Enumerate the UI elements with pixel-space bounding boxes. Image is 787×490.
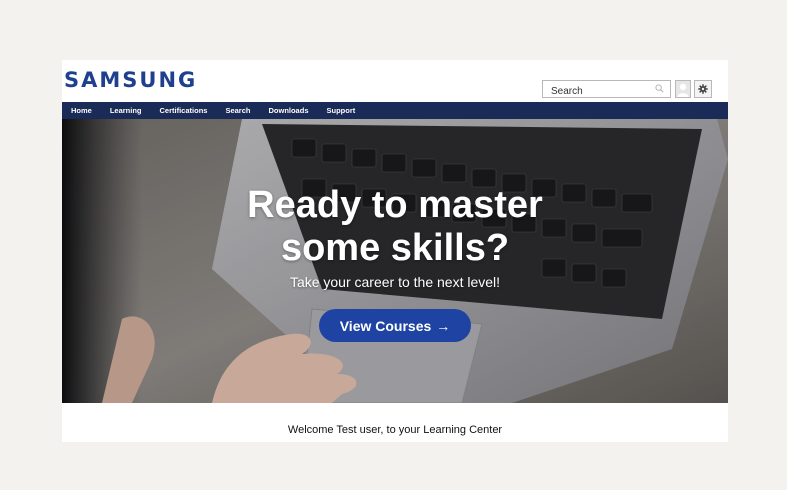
hero-headline-line2: some skills? [280, 227, 510, 269]
gear-icon [698, 84, 708, 94]
header: SAMSUNG [62, 60, 728, 102]
search-input[interactable] [543, 83, 648, 100]
settings-button[interactable] [694, 80, 712, 98]
nav-item-learning[interactable]: Learning [101, 102, 151, 119]
nav-item-support[interactable]: Support [318, 102, 365, 119]
nav-item-search[interactable]: Search [216, 102, 259, 119]
welcome-message: Welcome Test user, to your Learning Cent… [287, 424, 503, 436]
arrow-right-icon: → [436, 317, 451, 334]
nav-item-certifications[interactable]: Certifications [151, 102, 217, 119]
hero-headline-line1: Ready to master [247, 184, 543, 226]
user-avatar-button[interactable] [675, 80, 691, 98]
user-avatar-icon [676, 81, 690, 97]
nav-item-home[interactable]: Home [62, 102, 101, 119]
samsung-logo[interactable]: SAMSUNG [64, 68, 197, 92]
hero-subheadline: Take your career to the next level! [289, 274, 501, 290]
nav-item-downloads[interactable]: Downloads [259, 102, 317, 119]
main-nav: Home Learning Certifications Search Down… [62, 102, 728, 119]
view-courses-button[interactable]: View Courses → [319, 309, 471, 342]
page-frame: SAMSUNG Search Home Learning Certificati… [62, 60, 728, 442]
search-icon[interactable] [655, 84, 664, 93]
view-courses-label: View Courses [339, 317, 432, 334]
hero-banner: Ready to master some skills? Take your c… [62, 119, 728, 403]
search-box[interactable] [542, 80, 671, 100]
